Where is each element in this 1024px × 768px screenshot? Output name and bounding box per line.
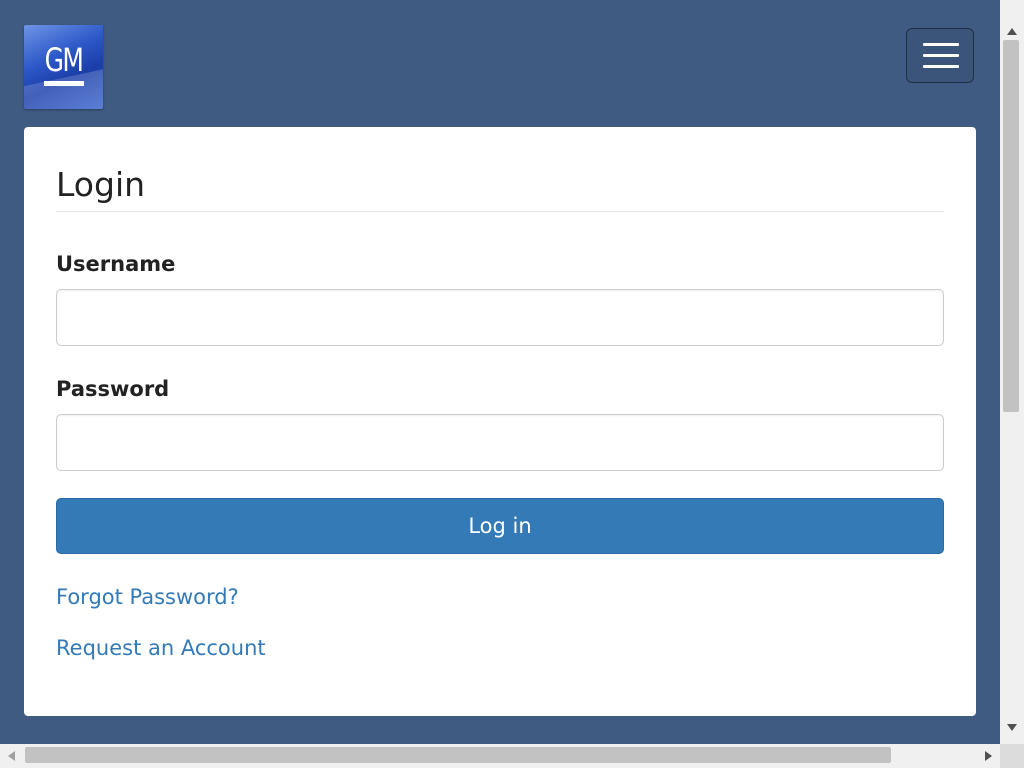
- logo-text: GM: [44, 41, 84, 79]
- hamburger-icon-bar-middle: [923, 54, 959, 57]
- password-field[interactable]: [56, 414, 944, 471]
- logo-underline: [44, 81, 84, 86]
- hamburger-icon-bar-bottom: [923, 65, 959, 68]
- vertical-scrollbar[interactable]: [1000, 0, 1024, 744]
- password-label: Password: [56, 377, 170, 401]
- scrollbar-corner: [1000, 744, 1024, 768]
- hamburger-icon-bar-top: [923, 43, 959, 46]
- scroll-down-arrow-icon[interactable]: [1007, 724, 1017, 731]
- page-viewport: GM Login Username Password Log in Forgot…: [0, 0, 1000, 744]
- forgot-password-link[interactable]: Forgot Password?: [56, 584, 239, 610]
- page-title: Login: [56, 165, 146, 204]
- scroll-up-arrow-icon[interactable]: [1007, 28, 1017, 35]
- horizontal-scrollbar[interactable]: [0, 744, 1000, 768]
- scroll-left-arrow-icon[interactable]: [8, 751, 15, 761]
- username-field[interactable]: [56, 289, 944, 346]
- vertical-scroll-thumb[interactable]: [1003, 40, 1019, 412]
- title-divider: [56, 211, 944, 212]
- request-account-link[interactable]: Request an Account: [56, 635, 266, 661]
- username-label: Username: [56, 252, 176, 276]
- login-button[interactable]: Log in: [56, 498, 944, 554]
- gm-logo: GM: [24, 25, 103, 109]
- login-card: Login Username Password Log in Forgot Pa…: [24, 127, 976, 716]
- horizontal-scroll-thumb[interactable]: [25, 747, 891, 763]
- menu-toggle-button[interactable]: [906, 28, 974, 83]
- scroll-right-arrow-icon[interactable]: [985, 751, 992, 761]
